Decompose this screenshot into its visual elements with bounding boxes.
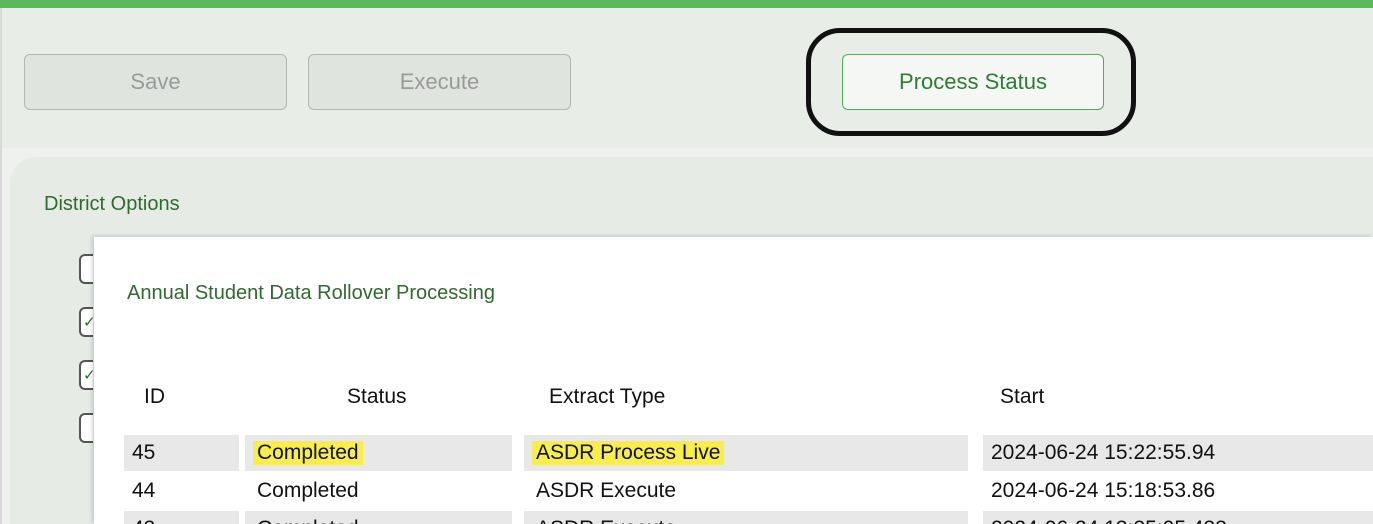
column-header-extract-type[interactable]: Extract Type: [549, 385, 665, 409]
cell-extract-type: ASDR Process Live: [524, 435, 968, 471]
table-row[interactable]: 45 Completed ASDR Process Live 2024-06-2…: [124, 435, 1373, 471]
option-checkbox-4[interactable]: [79, 413, 93, 443]
process-status-dialog: Annual Student Data Rollover Processing …: [94, 237, 1373, 524]
cell-id: 44: [132, 479, 156, 502]
toolbar: Save Execute Process Status: [2, 8, 1373, 148]
cell-extract-type: ASDR Execute: [536, 479, 677, 502]
cell-id: 45: [124, 435, 239, 471]
column-header-start[interactable]: Start: [1000, 385, 1044, 409]
cell-start: 2024-06-24 15:22:55.94: [983, 435, 1373, 471]
cell-start: 2024-06-24 15:18:53.86: [991, 479, 1216, 502]
dialog-title: Annual Student Data Rollover Processing: [127, 282, 495, 304]
table-row[interactable]: 44 Completed ASDR Execute 2024-06-24 15:…: [124, 473, 1373, 509]
cell-id: 43: [124, 511, 239, 524]
page: Save Execute Process Status District Opt…: [0, 0, 1373, 524]
top-accent-bar: [0, 0, 1373, 8]
option-checkbox-2[interactable]: ✓: [79, 307, 96, 337]
cell-start: 2024-06-24 13:35:05.433: [983, 511, 1373, 524]
option-checkbox-3[interactable]: ✓: [79, 360, 96, 390]
column-header-status[interactable]: Status: [347, 385, 407, 409]
option-checkbox-1[interactable]: [79, 254, 93, 284]
save-button[interactable]: Save: [24, 54, 287, 110]
cell-status: Completed: [257, 479, 359, 502]
district-options-title: District Options: [44, 193, 180, 215]
table-row[interactable]: 43 Completed ASDR Execute 2024-06-24 13:…: [124, 511, 1373, 524]
cell-status: Completed: [245, 511, 512, 524]
execute-button[interactable]: Execute: [308, 54, 571, 110]
process-status-button[interactable]: Process Status: [842, 54, 1104, 110]
status-text: Completed: [253, 441, 363, 465]
cell-extract-type: ASDR Execute: [524, 511, 968, 524]
extract-type-text: ASDR Process Live: [532, 441, 725, 465]
cell-status: Completed: [245, 435, 512, 471]
column-header-id[interactable]: ID: [144, 385, 165, 409]
